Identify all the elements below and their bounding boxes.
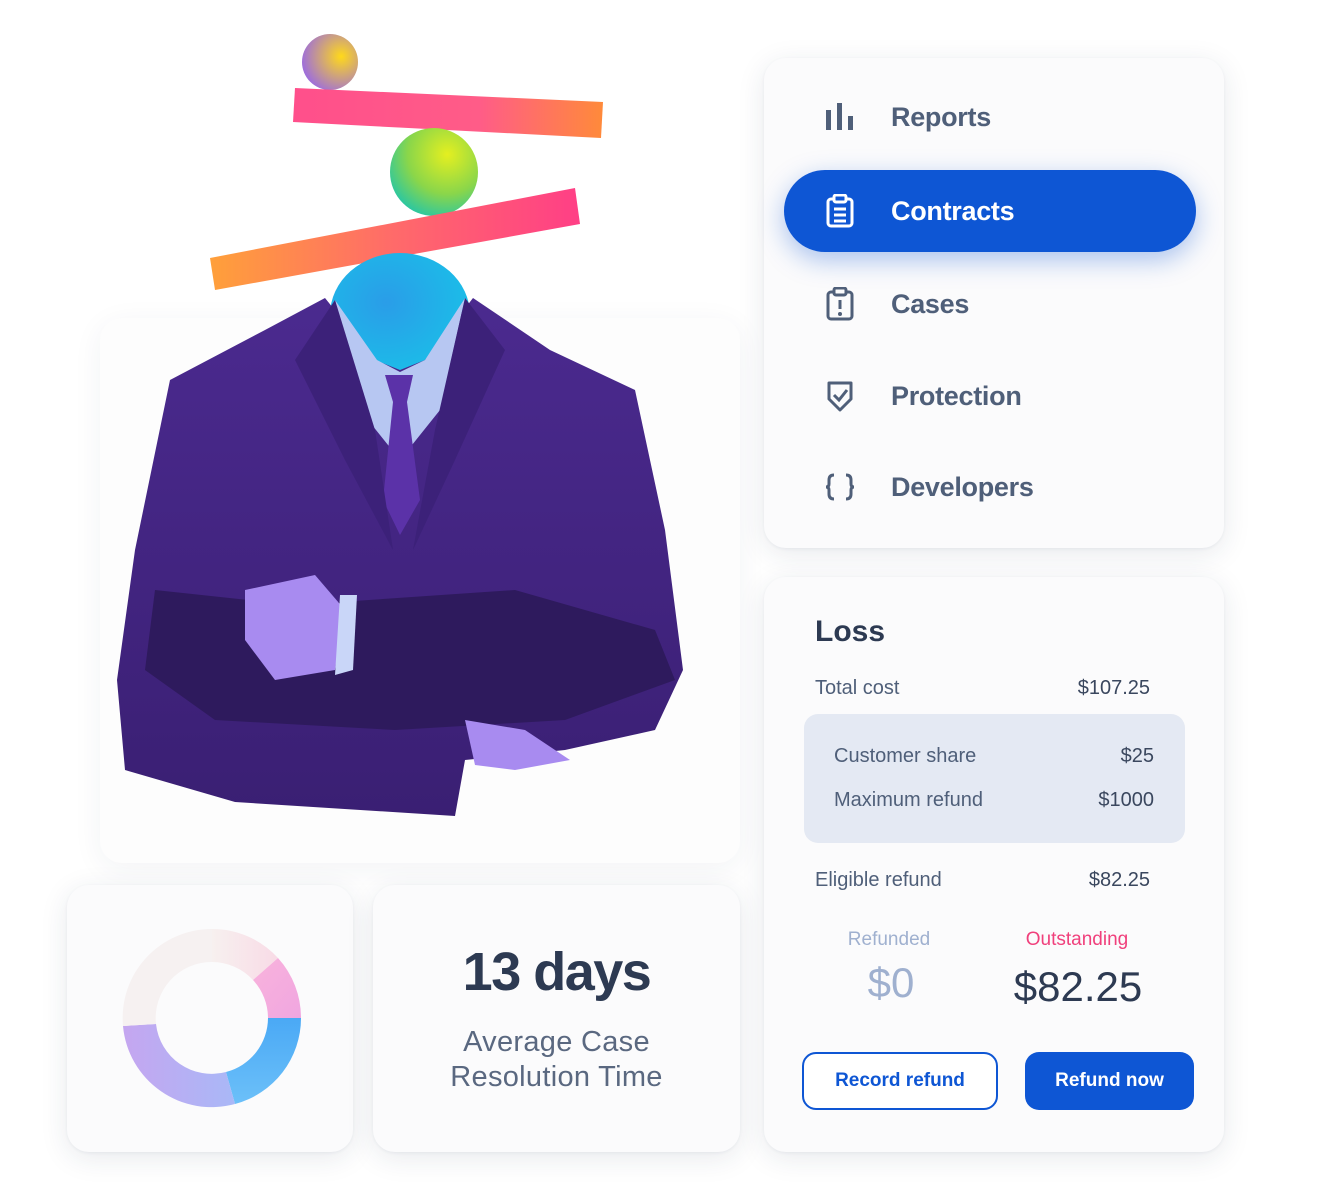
- maximum-refund-label: Maximum refund: [834, 789, 983, 811]
- customer-share-label: Customer share: [834, 745, 977, 767]
- record-refund-button[interactable]: Record refund: [802, 1052, 998, 1110]
- donut-segment: [226, 1018, 301, 1104]
- bar-chart-icon: [822, 99, 858, 135]
- donut-segment: [123, 1024, 235, 1108]
- outstanding-label: Outstanding: [1025, 929, 1129, 950]
- clipboard-icon: [822, 193, 858, 229]
- customer-share-value: $25: [1120, 745, 1154, 767]
- navigation-menu: Reports Contracts Cases Protection Devel…: [764, 58, 1224, 548]
- maximum-refund-row: Maximum refund $1000: [834, 789, 1154, 812]
- nav-item-label: Cases: [891, 288, 970, 319]
- nav-item-cases[interactable]: Cases: [784, 263, 1196, 345]
- maximum-refund-value: $1000: [1098, 789, 1154, 811]
- stat-value: 13 days: [462, 942, 652, 1002]
- resolution-time-card: 13 days Average Case Resolution Time: [373, 885, 740, 1152]
- loss-card: Loss Total cost $107.25 Customer share $…: [764, 577, 1224, 1152]
- code-braces-icon: [822, 469, 858, 505]
- donut-chart-card: [67, 885, 353, 1152]
- nav-item-contracts[interactable]: Contracts: [784, 170, 1196, 252]
- refund-limits-panel: Customer share $25 Maximum refund $1000: [804, 714, 1185, 843]
- nav-item-protection[interactable]: Protection: [784, 355, 1196, 437]
- customer-share-row: Customer share $25: [834, 745, 1154, 768]
- nav-item-reports[interactable]: Reports: [784, 76, 1196, 158]
- alert-clipboard-icon: [822, 286, 858, 322]
- headless-suit-illustration: [117, 34, 683, 816]
- nav-item-label: Protection: [891, 380, 1022, 411]
- stat-label: Average Case Resolution Time: [450, 1026, 663, 1093]
- refunded-label: Refunded: [847, 929, 931, 950]
- total-cost-row: Total cost $107.25: [815, 677, 1150, 700]
- nav-item-label: Reports: [891, 101, 991, 132]
- middle-ball: [390, 128, 478, 216]
- eligible-refund-label: Eligible refund: [815, 869, 942, 891]
- eligible-refund-row: Eligible refund $82.25: [815, 869, 1150, 892]
- donut-chart: [122, 928, 302, 1108]
- nav-item-developers[interactable]: Developers: [784, 446, 1196, 528]
- refund-now-button[interactable]: Refund now: [1025, 1052, 1194, 1110]
- loss-title: Loss: [815, 615, 886, 648]
- total-cost-value: $107.25: [1077, 677, 1150, 699]
- eligible-refund-value: $82.25: [1088, 869, 1150, 891]
- total-cost-label: Total cost: [815, 677, 900, 699]
- outstanding-value: $82.25: [1013, 963, 1143, 1010]
- nav-item-label: Developers: [891, 471, 1034, 502]
- shield-check-icon: [822, 378, 858, 414]
- donut-segment: [122, 928, 212, 1026]
- nav-item-label: Contracts: [891, 195, 1015, 226]
- top-ball: [302, 34, 358, 90]
